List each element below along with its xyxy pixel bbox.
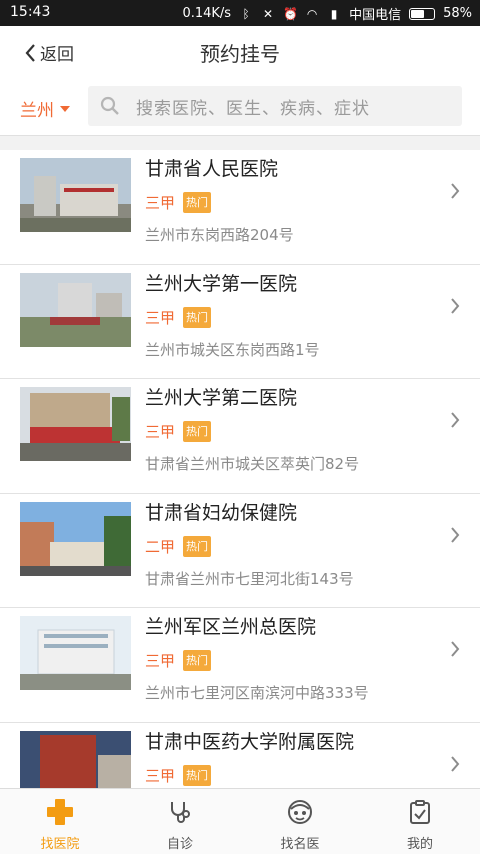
status-time: 15:43 bbox=[10, 4, 51, 20]
city-selector[interactable]: 兰州 bbox=[20, 96, 70, 121]
chevron-right-icon bbox=[451, 526, 460, 543]
hospital-list-item[interactable]: 甘肃中医药大学附属医院三甲 热门 bbox=[0, 722, 480, 788]
tab-find-hospital[interactable]: 找医院 bbox=[0, 789, 120, 854]
hospital-list-item[interactable]: 兰州军区兰州总医院三甲 热门兰州市七里河区南滨河中路333号 bbox=[0, 608, 480, 723]
hot-badge: 热门 bbox=[183, 421, 211, 442]
hospital-name: 甘肃中医药大学附属医院 bbox=[145, 730, 355, 753]
search-input[interactable]: 搜索医院、医生、疾病、症状 bbox=[88, 86, 462, 126]
search-placeholder: 搜索医院、医生、疾病、症状 bbox=[136, 98, 370, 119]
tab-self-diagnosis[interactable]: 自诊 bbox=[120, 789, 240, 854]
hospital-list-item[interactable]: 甘肃省人民医院三甲 热门兰州市东岗西路204号 bbox=[0, 150, 480, 265]
hot-badge: 热门 bbox=[183, 535, 211, 557]
hospital-list: 甘肃省人民医院 三甲 热门 兰州市东岗西路204号 兰州大学第一医院 三甲 热门 兰州市城关区… bbox=[0, 150, 480, 788]
nav-bar: 返回 预约挂号 bbox=[0, 26, 480, 78]
hot-badge: 热门 bbox=[183, 192, 211, 213]
chevron-right-icon bbox=[451, 641, 460, 657]
chevron-right-icon bbox=[451, 755, 460, 772]
hospital-address: 兰州市城关区东岗西路1号 bbox=[145, 340, 320, 359]
battery-fill bbox=[411, 9, 424, 18]
battery-icon bbox=[409, 7, 436, 20]
page-title: 预约挂号 bbox=[200, 42, 280, 66]
hospital-level: 二甲 bbox=[145, 537, 176, 556]
hospital-photo bbox=[20, 158, 131, 232]
hot-badge: 热门 bbox=[183, 306, 211, 328]
hospital-level: 三甲 bbox=[145, 194, 176, 212]
signal-icon: ▮ bbox=[330, 6, 338, 21]
mute-icon: ✕ bbox=[263, 6, 274, 21]
tab-find-doctor[interactable]: 找名医 bbox=[240, 789, 360, 854]
hospital-photo bbox=[20, 501, 131, 576]
hot-badge: 热门 bbox=[183, 764, 211, 786]
clipboard-icon bbox=[410, 800, 430, 824]
tab-label: 找名医 bbox=[280, 837, 320, 852]
alarm-icon: ⏰ bbox=[283, 6, 299, 21]
doctor-icon bbox=[288, 800, 312, 824]
chevron-right-icon bbox=[451, 183, 460, 199]
hospital-photo bbox=[20, 387, 131, 461]
city-label: 兰州 bbox=[20, 101, 54, 121]
hospital-name: 兰州大学第一医院 bbox=[145, 272, 298, 295]
search-icon bbox=[100, 96, 119, 115]
tab-mine[interactable]: 我的 bbox=[360, 789, 480, 854]
hot-badge: 热门 bbox=[183, 650, 211, 671]
hospital-name: 甘肃省妇幼保健院 bbox=[145, 501, 298, 524]
cross-icon bbox=[47, 799, 73, 825]
hospital-photo bbox=[20, 730, 131, 788]
hospital-address: 兰州市东岗西路204号 bbox=[145, 226, 294, 244]
tab-label: 我的 bbox=[406, 837, 433, 852]
network-speed: 0.14K/s bbox=[182, 6, 232, 21]
tab-label: 自诊 bbox=[166, 837, 193, 852]
hospital-list-item[interactable]: 兰州大学第一医院三甲 热门兰州市城关区东岗西路1号 bbox=[0, 264, 480, 379]
status-bar: 15:43 0.14K/s ᛒ ✕ ⏰ ◠ ▮ 中国电信 58% bbox=[0, 0, 480, 26]
hospital-address: 甘肃省兰州市七里河北街143号 bbox=[145, 569, 354, 588]
hospital-level: 三甲 bbox=[145, 652, 176, 670]
status-right: 0.14K/s ᛒ ✕ ⏰ ◠ ▮ 中国电信 58% bbox=[182, 4, 472, 23]
hospital-list-item[interactable]: 兰州大学第二医院三甲 热门甘肃省兰州市城关区萃英门82号 bbox=[0, 379, 480, 494]
hospital-address: 兰州市七里河区南滨河中路333号 bbox=[145, 684, 369, 702]
hospital-photo bbox=[20, 272, 131, 347]
carrier-name: 中国电信 bbox=[349, 8, 402, 23]
chevron-right-icon bbox=[451, 297, 460, 314]
stethoscope-icon bbox=[171, 802, 190, 823]
tab-label: 找医院 bbox=[40, 837, 80, 852]
wifi-icon: ◠ bbox=[306, 6, 318, 21]
hospital-address: 甘肃省兰州市城关区萃英门82号 bbox=[145, 455, 360, 473]
hospital-list-item[interactable]: 甘肃省妇幼保健院二甲 热门甘肃省兰州市七里河北街143号 bbox=[0, 493, 480, 608]
hospital-name: 兰州军区兰州总医院 bbox=[145, 616, 317, 638]
battery-percent: 58% bbox=[443, 6, 472, 21]
hospital-name: 兰州大学第二医院 bbox=[145, 387, 298, 409]
caret-down-icon bbox=[60, 105, 70, 112]
bluetooth-icon: ᛒ bbox=[242, 6, 250, 21]
hospital-level: 三甲 bbox=[145, 423, 176, 441]
hospital-level: 三甲 bbox=[145, 766, 176, 785]
hospital-name: 甘肃省人民医院 bbox=[145, 158, 279, 180]
tab-bar: 找医院 自诊 找名医 我的 bbox=[0, 788, 480, 854]
chevron-right-icon bbox=[451, 412, 460, 428]
hospital-photo bbox=[20, 616, 131, 690]
search-row: 兰州 搜索医院、医生、疾病、症状 bbox=[0, 78, 480, 136]
hospital-level: 三甲 bbox=[145, 308, 176, 327]
